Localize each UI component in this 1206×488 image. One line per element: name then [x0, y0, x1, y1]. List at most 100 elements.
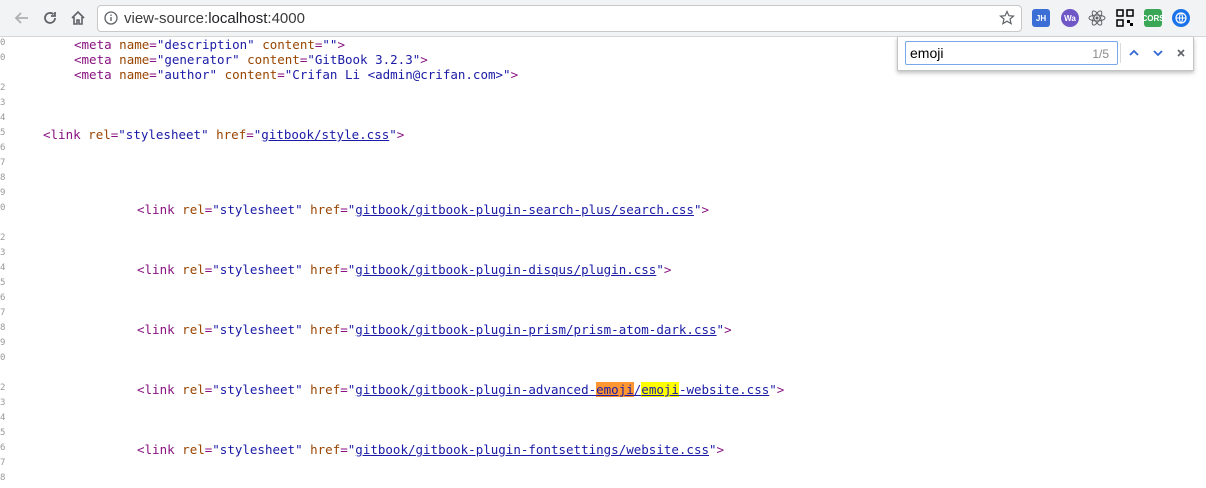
source-line-meta-description: <meta name="description" content=""> — [74, 37, 345, 52]
tag-close: > — [337, 37, 345, 52]
attr-value: "stylesheet" — [212, 322, 303, 337]
href-link[interactable]: gitbook/gitbook-plugin-search-plus/searc… — [355, 202, 694, 217]
source-line-meta-author: <meta name="author" content="Crifan Li <… — [74, 67, 519, 82]
find-match-count: 1/5 — [1092, 47, 1109, 61]
reload-button[interactable] — [38, 6, 62, 30]
tag-open: <meta — [74, 67, 112, 82]
line-number: 9 — [0, 188, 6, 198]
line-number: 9 — [0, 338, 6, 348]
line-number: 8 — [0, 173, 6, 183]
href-link-suffix: -website.css — [678, 382, 770, 397]
line-number: 0 — [0, 53, 6, 63]
href-link-prefix: gitbook/gitbook-plugin-advanced- — [355, 382, 597, 397]
attr-value: "GitBook 3.2.3" — [307, 52, 421, 67]
attr-name: rel — [182, 382, 205, 397]
line-number: 2 — [0, 233, 6, 243]
line-number: 6 — [0, 443, 6, 453]
attr-name: rel — [88, 127, 111, 142]
globe-extension-icon[interactable] — [1172, 9, 1190, 27]
attr-value: "stylesheet" — [212, 382, 303, 397]
find-input[interactable]: emoji 1/5 — [905, 41, 1118, 65]
tag-open: <meta — [74, 37, 112, 52]
browser-toolbar: view-source:localhost:4000 JH Wa CORS — [0, 0, 1206, 37]
attr-value: "stylesheet" — [212, 442, 303, 457]
line-number: 8 — [0, 473, 6, 483]
url-port: :4000 — [267, 10, 305, 27]
attr-name: href — [310, 202, 341, 217]
react-devtools-icon[interactable] — [1088, 9, 1106, 27]
attr-name: name — [119, 52, 150, 67]
star-icon[interactable] — [999, 10, 1015, 31]
line-number: 3 — [0, 398, 6, 408]
tag-close: > — [776, 382, 785, 397]
arrow-left-icon — [14, 12, 28, 24]
source-line-link-search: <link rel="stylesheet" href="gitbook/git… — [137, 202, 710, 217]
line-number: 6 — [0, 143, 6, 153]
info-icon[interactable] — [104, 11, 118, 30]
line-number: 0 — [0, 353, 6, 363]
line-number: 2 — [0, 383, 6, 393]
attr-name: href — [310, 322, 341, 337]
href-link[interactable]: gitbook/gitbook-plugin-fontsettings/webs… — [355, 442, 709, 457]
attr-value: "stylesheet" — [212, 202, 303, 217]
source-line-link-emoji: <link rel="stylesheet" href="gitbook/git… — [137, 382, 785, 397]
href-link[interactable]: gitbook/gitbook-plugin-prism/prism-atom-… — [355, 322, 716, 337]
line-number: 3 — [0, 248, 6, 258]
line-number: 0 — [0, 38, 6, 48]
attr-name: content — [262, 37, 315, 52]
line-number: 8 — [0, 323, 6, 333]
tag-close: > — [716, 442, 725, 457]
href-link[interactable]: gitbook/style.css — [261, 127, 389, 142]
tag-close: > — [510, 67, 519, 82]
tag-open: <link — [137, 442, 175, 457]
tag-close: > — [396, 127, 405, 142]
line-number: 2 — [0, 83, 6, 93]
tag-close: > — [724, 322, 732, 337]
back-button[interactable] — [10, 6, 34, 30]
home-button[interactable] — [66, 6, 90, 30]
line-number: 5 — [0, 428, 6, 438]
find-previous-button[interactable] — [1122, 41, 1146, 65]
attr-value: "description" — [156, 37, 255, 52]
find-match-current: emoji — [596, 382, 634, 397]
line-number: 4 — [0, 263, 6, 273]
line-number: 7 — [0, 308, 6, 318]
attr-name: name — [119, 67, 150, 82]
address-bar[interactable]: view-source:localhost:4000 — [97, 5, 1022, 32]
find-close-button[interactable] — [1169, 41, 1193, 65]
attr-name: href — [216, 127, 247, 142]
find-next-button[interactable] — [1146, 41, 1170, 65]
line-number: 4 — [0, 413, 6, 423]
address-url: view-source:localhost:4000 — [124, 10, 305, 27]
line-number-gutter: 0 0 2 3 4 5 6 7 8 9 0 2 3 4 5 6 7 8 9 0 … — [0, 37, 7, 488]
line-number: 7 — [0, 458, 6, 468]
attr-name: name — [119, 37, 150, 52]
href-link[interactable]: gitbook/gitbook-plugin-disqus/plugin.css — [355, 262, 656, 277]
home-icon — [71, 10, 85, 25]
close-icon — [1177, 49, 1185, 57]
line-number: 4 — [0, 113, 6, 123]
attr-name: rel — [182, 262, 205, 277]
attr-value: "stylesheet" — [212, 262, 303, 277]
cors-extension-icon[interactable]: CORS — [1141, 9, 1165, 27]
tag-open: <link — [137, 262, 175, 277]
attr-value: "" — [322, 37, 338, 52]
attr-name: rel — [182, 442, 205, 457]
attr-name: rel — [182, 202, 205, 217]
tag-close: > — [663, 262, 672, 277]
wa-extension-icon[interactable]: Wa — [1061, 9, 1079, 27]
attr-value: "stylesheet" — [118, 127, 209, 142]
source-line-link-style: <link rel="stylesheet" href="gitbook/sty… — [43, 127, 405, 142]
source-line-link-disqus: <link rel="stylesheet" href="gitbook/git… — [137, 262, 672, 277]
qr-code-icon[interactable] — [1116, 9, 1134, 27]
attr-value: "author" — [156, 67, 218, 82]
attr-name: content — [247, 52, 300, 67]
find-query: emoji — [910, 45, 944, 61]
attr-name: href — [310, 442, 341, 457]
chevron-down-icon — [1153, 50, 1163, 57]
href-link[interactable]: gitbook/gitbook-plugin-advanced-emoji/em… — [355, 382, 769, 397]
source-line-link-fontsettings: <link rel="stylesheet" href="gitbook/git… — [137, 442, 725, 457]
jh-extension-icon[interactable]: JH — [1032, 9, 1050, 27]
find-divider — [1120, 43, 1121, 63]
line-number: 5 — [0, 128, 6, 138]
